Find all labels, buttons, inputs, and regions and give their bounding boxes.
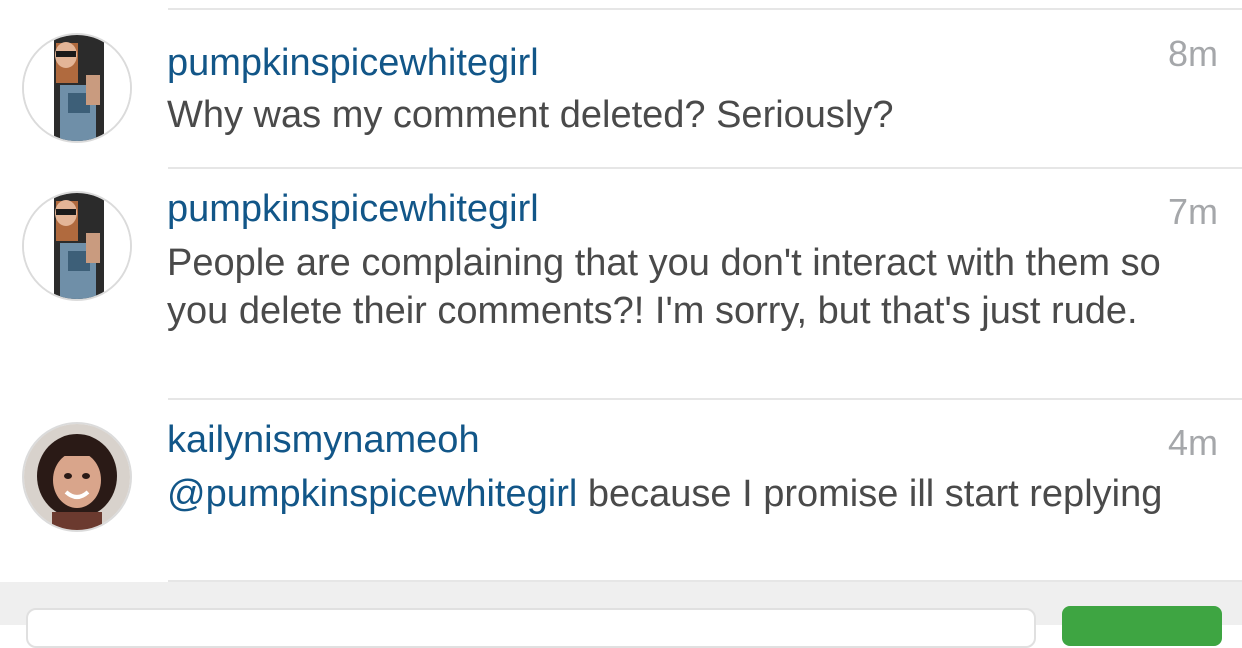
comment-item: pumpkinspicewhitegirl 7m People are comp…	[0, 169, 1242, 398]
comment-timestamp: 7m	[1167, 191, 1218, 232]
comments-list: pumpkinspicewhitegirl 8m Why was my comm…	[0, 0, 1242, 582]
comment-username[interactable]: kailynismynameoh	[167, 417, 480, 463]
comment-mention[interactable]: @pumpkinspicewhitegirl	[167, 473, 577, 515]
comment-item: pumpkinspicewhitegirl 8m Why was my comm…	[0, 10, 1242, 167]
user-avatar[interactable]	[22, 422, 132, 532]
comment-timestamp: 8m	[1167, 33, 1218, 74]
comment-text: @pumpkinspicewhitegirl because I promise…	[167, 470, 1167, 518]
send-button[interactable]	[1062, 606, 1222, 646]
comment-input-bar	[0, 582, 1242, 648]
avatar-photo-icon	[24, 193, 130, 299]
comment-username[interactable]: pumpkinspicewhitegirl	[167, 40, 539, 86]
comment-input[interactable]	[26, 608, 1036, 648]
comment-text: People are complaining that you don't in…	[167, 242, 1161, 332]
comment-text-body: because I promise ill start replying	[577, 473, 1163, 515]
comment-text: Why was my comment deleted? Seriously?	[167, 94, 894, 136]
comment-timestamp: 4m	[1167, 422, 1218, 463]
comment-item: kailynismynameoh 4m @pumpkinspicewhitegi…	[0, 400, 1242, 580]
avatar-photo-icon	[24, 424, 130, 530]
user-avatar[interactable]	[22, 33, 132, 143]
comment-username[interactable]: pumpkinspicewhitegirl	[167, 186, 539, 232]
user-avatar[interactable]	[22, 191, 132, 301]
avatar-photo-icon	[24, 35, 130, 141]
